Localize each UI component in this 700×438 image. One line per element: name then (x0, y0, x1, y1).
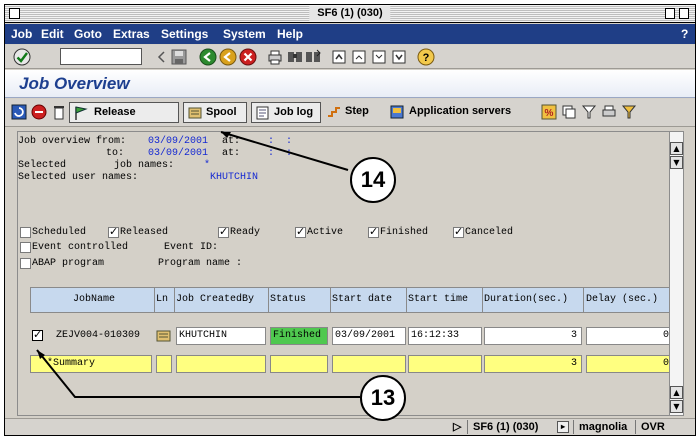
sap-window: SF6 (1) (030) Job Edit Goto Extras Setti… (4, 4, 696, 436)
callout-14: 14 (350, 157, 396, 203)
callout-arrows (36, 131, 360, 398)
callout-13: 13 (360, 375, 406, 421)
